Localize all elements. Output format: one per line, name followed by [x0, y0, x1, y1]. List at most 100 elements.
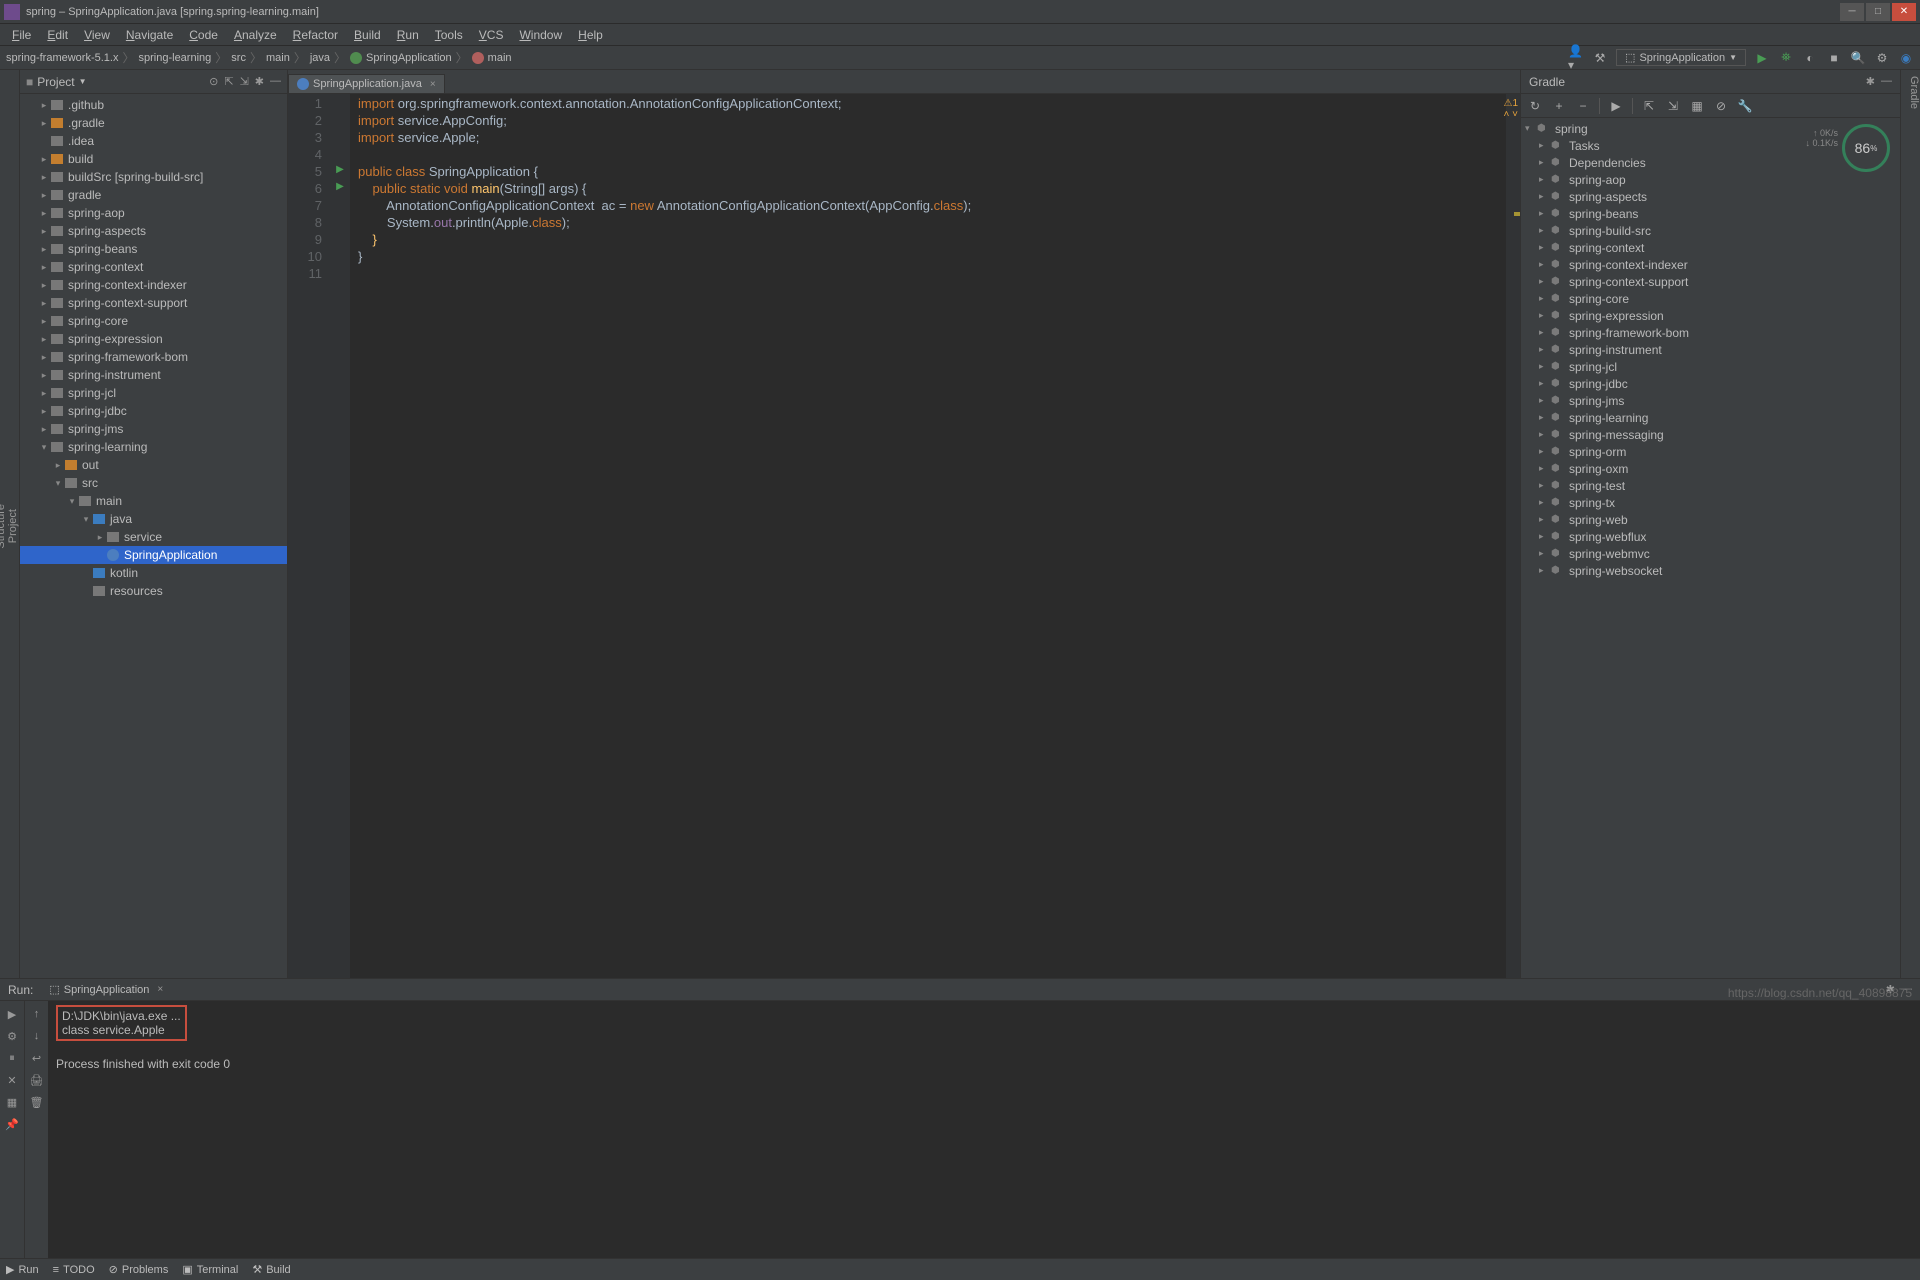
- gradle-item[interactable]: ▸⬢spring-aop: [1521, 171, 1900, 188]
- clear-icon[interactable]: 🗑: [28, 1093, 46, 1111]
- gutter-run-icon[interactable]: [330, 147, 350, 164]
- menu-help[interactable]: Help: [570, 26, 611, 44]
- gradle-hide-icon[interactable]: —: [1881, 75, 1892, 88]
- exit-icon[interactable]: ✕: [3, 1071, 21, 1089]
- tree-row[interactable]: ▾spring-learning: [20, 438, 287, 456]
- print-icon[interactable]: 🖨: [28, 1071, 46, 1089]
- tree-row[interactable]: ▸buildSrc [spring-build-src]: [20, 168, 287, 186]
- menu-window[interactable]: Window: [511, 26, 570, 44]
- tree-row[interactable]: ▸spring-context-indexer: [20, 276, 287, 294]
- breadcrumb-item[interactable]: java: [310, 52, 330, 64]
- gradle-remove-icon[interactable]: −: [1575, 98, 1591, 114]
- bottom-terminal[interactable]: ▣ Terminal: [182, 1263, 238, 1276]
- gutter-run-icon[interactable]: ▶: [330, 181, 350, 198]
- gradle-collapse-icon[interactable]: ⇲: [1665, 98, 1681, 114]
- code-area[interactable]: import org.springframework.context.annot…: [350, 94, 1506, 978]
- gradle-item[interactable]: ▸⬢spring-build-src: [1521, 222, 1900, 239]
- wrap-icon[interactable]: ↩: [28, 1049, 46, 1067]
- menu-tools[interactable]: Tools: [427, 26, 471, 44]
- stop-icon[interactable]: ⚙: [3, 1027, 21, 1045]
- down-icon[interactable]: ↓: [28, 1027, 46, 1045]
- gradle-offline-icon[interactable]: ⊘: [1713, 98, 1729, 114]
- collapse-icon[interactable]: ⇲: [240, 75, 249, 88]
- breadcrumb-item[interactable]: main: [472, 52, 512, 64]
- performance-meter[interactable]: 86%: [1842, 124, 1890, 172]
- tree-row[interactable]: resources: [20, 582, 287, 600]
- tree-row[interactable]: ▸spring-beans: [20, 240, 287, 258]
- gutter-run-icon[interactable]: [330, 130, 350, 147]
- tree-row[interactable]: ▾src: [20, 474, 287, 492]
- bottom-build[interactable]: ⚒ Build: [252, 1263, 290, 1276]
- marker[interactable]: [1514, 212, 1520, 216]
- menu-build[interactable]: Build: [346, 26, 389, 44]
- tree-row[interactable]: .idea: [20, 132, 287, 150]
- menu-analyze[interactable]: Analyze: [226, 26, 285, 44]
- settings-icon[interactable]: ⚙: [1874, 50, 1890, 66]
- right-tool-gradle[interactable]: Gradle: [1908, 70, 1920, 978]
- menu-refactor[interactable]: Refactor: [285, 26, 346, 44]
- help-icon[interactable]: ◉: [1898, 50, 1914, 66]
- gradle-run-icon[interactable]: ▶: [1608, 98, 1624, 114]
- menu-edit[interactable]: Edit: [39, 26, 76, 44]
- editor-overview[interactable]: ⚠1 ˄ ˅: [1506, 94, 1520, 978]
- gradle-item[interactable]: ▸⬢spring-instrument: [1521, 341, 1900, 358]
- breadcrumb-item[interactable]: main: [266, 52, 290, 64]
- debug-button[interactable]: ⛯: [1778, 50, 1794, 66]
- project-tree[interactable]: ▸.github▸.gradle.idea▸build▸buildSrc [sp…: [20, 94, 287, 978]
- menu-run[interactable]: Run: [389, 26, 427, 44]
- coverage-button[interactable]: ◐: [1802, 50, 1818, 66]
- gradle-root[interactable]: ▾⬢spring: [1521, 120, 1900, 137]
- breadcrumb-item[interactable]: spring-framework-5.1.x: [6, 52, 118, 64]
- gutter-run-icon[interactable]: [330, 113, 350, 130]
- gutter-run-icon[interactable]: [330, 266, 350, 283]
- rerun-icon[interactable]: ▶: [3, 1005, 21, 1023]
- gradle-item[interactable]: ▸⬢spring-core: [1521, 290, 1900, 307]
- gradle-item[interactable]: ▸⬢spring-webmvc: [1521, 545, 1900, 562]
- gradle-item[interactable]: ▸⬢spring-jdbc: [1521, 375, 1900, 392]
- gutter-run-icon[interactable]: [330, 198, 350, 215]
- gradle-item[interactable]: ▸⬢spring-beans: [1521, 205, 1900, 222]
- gutter-icons[interactable]: ▶▶: [330, 94, 350, 978]
- menu-code[interactable]: Code: [181, 26, 226, 44]
- editor-tab[interactable]: SpringApplication.java ×: [288, 74, 445, 93]
- locate-icon[interactable]: ⊙: [209, 75, 218, 88]
- gradle-wrench-icon[interactable]: 🔧: [1737, 98, 1753, 114]
- gradle-item[interactable]: ▸⬢spring-learning: [1521, 409, 1900, 426]
- gradle-item[interactable]: ▸⬢spring-web: [1521, 511, 1900, 528]
- gradle-expand-icon[interactable]: ⇱: [1641, 98, 1657, 114]
- tree-row[interactable]: ▸spring-expression: [20, 330, 287, 348]
- gradle-item[interactable]: ▸⬢spring-context-indexer: [1521, 256, 1900, 273]
- gradle-refresh-icon[interactable]: ↻: [1527, 98, 1543, 114]
- gutter-run-icon[interactable]: [330, 215, 350, 232]
- tree-row[interactable]: ▸service: [20, 528, 287, 546]
- tree-row[interactable]: ▸spring-context: [20, 258, 287, 276]
- bottom-run[interactable]: ▶ Run: [6, 1263, 39, 1276]
- up-icon[interactable]: ↑: [28, 1005, 46, 1023]
- gradle-item[interactable]: ▸⬢spring-messaging: [1521, 426, 1900, 443]
- hide-icon[interactable]: —: [270, 75, 281, 88]
- project-panel-title[interactable]: ■ Project ▼: [26, 75, 209, 89]
- pause-icon[interactable]: ⏸: [3, 1049, 21, 1067]
- tree-row[interactable]: ▸spring-instrument: [20, 366, 287, 384]
- tree-row[interactable]: ▸build: [20, 150, 287, 168]
- tree-row[interactable]: ▸spring-aspects: [20, 222, 287, 240]
- bottom-todo[interactable]: ≡ TODO: [53, 1264, 95, 1276]
- console-output[interactable]: D:\JDK\bin\java.exe ... class service.Ap…: [48, 1001, 1920, 1258]
- tree-row[interactable]: ▸.github: [20, 96, 287, 114]
- tree-row[interactable]: ▸out: [20, 456, 287, 474]
- close-icon[interactable]: ×: [157, 984, 163, 995]
- breadcrumb-item[interactable]: spring-learning: [139, 52, 212, 64]
- gradle-item[interactable]: ▸⬢spring-aspects: [1521, 188, 1900, 205]
- tree-row[interactable]: ▾main: [20, 492, 287, 510]
- gradle-item[interactable]: ▸⬢spring-context-support: [1521, 273, 1900, 290]
- bottom-problems[interactable]: ⊘ Problems: [109, 1263, 169, 1276]
- gradle-item[interactable]: ▸⬢spring-oxm: [1521, 460, 1900, 477]
- search-icon[interactable]: 🔍: [1850, 50, 1866, 66]
- window-maximize[interactable]: □: [1866, 3, 1890, 21]
- tree-row[interactable]: ▸spring-framework-bom: [20, 348, 287, 366]
- tree-row[interactable]: ▾java: [20, 510, 287, 528]
- gradle-item[interactable]: ▸⬢spring-jcl: [1521, 358, 1900, 375]
- tree-row[interactable]: ▸spring-aop: [20, 204, 287, 222]
- breadcrumb-item[interactable]: src: [231, 52, 246, 64]
- menu-view[interactable]: View: [76, 26, 118, 44]
